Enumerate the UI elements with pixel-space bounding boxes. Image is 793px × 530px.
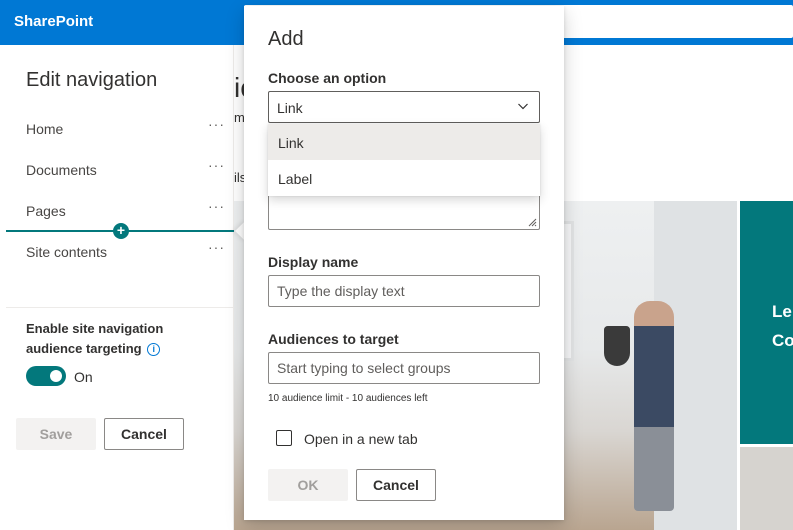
nav-item-site-contents[interactable]: Site contents ··· <box>26 239 226 265</box>
tile-text: Le <box>772 302 792 321</box>
photo-lamp <box>604 326 630 366</box>
divider <box>6 307 234 308</box>
option-menu: Link Label <box>268 124 540 196</box>
edit-navigation-panel: Edit navigation Home ··· Documents ··· P… <box>6 45 234 530</box>
callout-title: Add <box>268 28 304 50</box>
dropdown-value: Link <box>277 100 303 116</box>
choose-option-dropdown[interactable]: Link <box>268 91 540 123</box>
nav-item-label: Site contents <box>26 244 107 260</box>
news-tile-image[interactable] <box>740 447 793 530</box>
news-tile[interactable]: Le Co <box>740 201 793 444</box>
audience-targeting-label: Enable site navigation audience targetin… <box>26 319 206 359</box>
audiences-input[interactable] <box>269 353 539 383</box>
more-options-icon[interactable]: ··· <box>208 198 225 214</box>
tile-text: Co <box>772 331 793 350</box>
more-options-icon[interactable]: ··· <box>208 116 225 132</box>
save-button[interactable]: Save <box>16 418 96 450</box>
chevron-down-icon <box>518 103 528 110</box>
cancel-button[interactable]: Cancel <box>356 469 436 501</box>
add-link-icon[interactable]: + <box>113 223 129 239</box>
panel-title: Edit navigation <box>26 69 158 91</box>
resize-grip-icon[interactable] <box>527 217 537 227</box>
new-tab-label[interactable]: Open in a new tab <box>304 431 418 447</box>
choose-option-label: Choose an option <box>268 70 387 86</box>
toggle-knob <box>50 370 62 382</box>
option-link[interactable]: Link <box>268 124 540 160</box>
nav-item-label: Home <box>26 121 64 137</box>
display-name-input[interactable] <box>269 276 539 306</box>
nav-item-pages[interactable]: Pages ··· <box>26 198 226 224</box>
audience-targeting-toggle[interactable] <box>26 366 66 386</box>
option-label: Label <box>278 171 313 187</box>
new-tab-checkbox[interactable] <box>276 430 292 446</box>
display-name-field[interactable] <box>268 275 540 307</box>
audience-limit-hint: 10 audience limit - 10 audiences left <box>268 393 428 404</box>
audiences-field[interactable] <box>268 352 540 384</box>
option-label: Link <box>278 135 304 151</box>
audience-targeting-text: Enable site navigation audience targetin… <box>26 321 164 356</box>
photo-person <box>634 301 674 511</box>
info-icon[interactable]: i <box>147 343 161 356</box>
nav-item-label: Documents <box>26 162 97 178</box>
audiences-label: Audiences to target <box>268 331 399 347</box>
address-textarea[interactable] <box>268 192 540 230</box>
toggle-state-label: On <box>74 369 93 385</box>
add-link-callout: Add Choose an option Link Display name A… <box>244 6 564 520</box>
more-options-icon[interactable]: ··· <box>208 239 225 255</box>
nav-item-label: Pages <box>26 203 66 219</box>
option-label-item[interactable]: Label <box>268 160 540 196</box>
ok-button[interactable]: OK <box>268 469 348 501</box>
nav-item-documents[interactable]: Documents ··· <box>26 157 226 183</box>
app-brand[interactable]: SharePoint <box>14 13 93 30</box>
display-name-label: Display name <box>268 254 359 270</box>
cancel-button[interactable]: Cancel <box>104 418 184 450</box>
nav-item-home[interactable]: Home ··· <box>26 116 226 142</box>
more-options-icon[interactable]: ··· <box>208 157 225 173</box>
